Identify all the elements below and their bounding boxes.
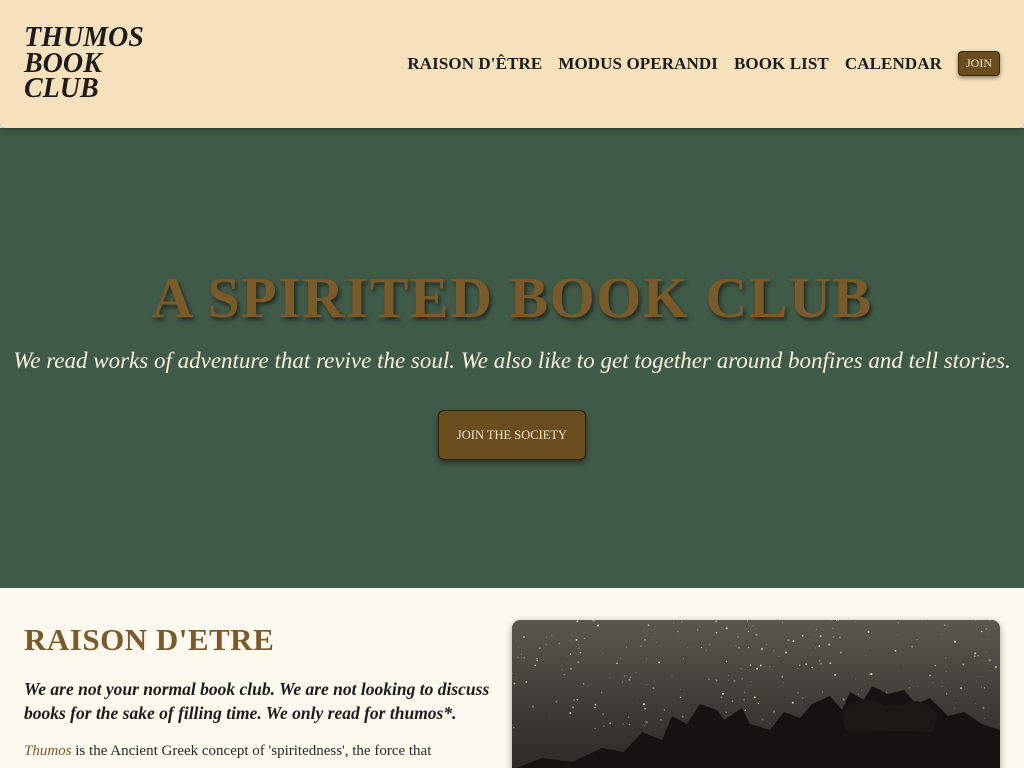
thumos-term: Thumos <box>24 743 72 759</box>
section-title: RAISON D'ETRE <box>24 622 275 657</box>
join-society-button[interactable]: JOIN THE SOCIETY <box>438 410 586 460</box>
section-body: Thumos is the Ancient Greek concept of '… <box>24 741 494 761</box>
nav-link-calendar[interactable]: CALENDAR <box>845 54 942 74</box>
site-logo[interactable]: THUMOS BOOK CLUB <box>24 22 164 104</box>
join-button[interactable]: JOIN <box>958 51 1000 76</box>
nav-link-raison-detre[interactable]: RAISON D'ÊTRE <box>407 54 542 74</box>
raison-detre-section: RAISON D'ETRE We are not your normal boo… <box>0 588 1024 768</box>
main-nav: RAISON D'ÊTRE MODUS OPERANDI BOOK LIST C… <box>407 51 1000 76</box>
night-sky-image <box>512 620 1000 768</box>
section-body-text: is the Ancient Greek concept of 'spirite… <box>71 743 432 759</box>
logo-line-1: THUMOS <box>24 22 144 53</box>
hero-section: A SPIRITED BOOK CLUB We read works of ad… <box>0 128 1024 588</box>
hero-subtitle: We read works of adventure that revive t… <box>13 348 1011 373</box>
section-lead: We are not your normal book club. We are… <box>24 679 490 723</box>
site-header: THUMOS BOOK CLUB RAISON D'ÊTRE MODUS OPE… <box>0 0 1024 128</box>
night-sky-photo <box>512 620 1000 768</box>
nav-link-modus-operandi[interactable]: MODUS OPERANDI <box>558 54 718 74</box>
logo-line-3: CLUB <box>24 73 99 104</box>
nav-link-book-list[interactable]: BOOK LIST <box>734 54 829 74</box>
hero-title: A SPIRITED BOOK CLUB <box>151 265 873 330</box>
